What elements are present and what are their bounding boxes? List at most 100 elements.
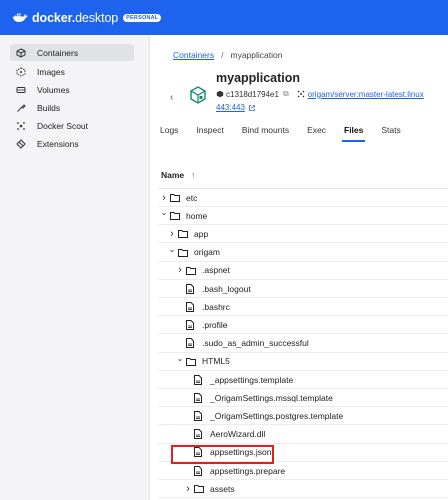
port-row: 443:443 (216, 103, 256, 112)
file-row[interactable]: AeroWizard.dll (158, 426, 448, 444)
folder-icon (186, 265, 196, 276)
images-icon (16, 66, 26, 77)
file-name: assets (210, 483, 235, 494)
folder-row[interactable]: ⌄ origam (158, 244, 448, 262)
sidebar-item-extensions[interactable]: Extensions (10, 135, 134, 152)
file-icon (186, 301, 196, 312)
name-column-header: Name (161, 169, 185, 180)
file-name: .aspnet (202, 265, 230, 276)
breadcrumb-current: myapplication (230, 50, 283, 60)
chevron-down-icon[interactable]: ⌄ (168, 245, 176, 254)
file-name: .sudo_as_admin_successful (202, 338, 309, 349)
file-name: .bash_logout (202, 283, 251, 294)
folder-row[interactable]: › app (158, 225, 448, 244)
container-icon (16, 47, 26, 58)
folder-icon (186, 356, 196, 367)
port-link[interactable]: 443:443 (216, 103, 245, 112)
container-name: myapplication (216, 71, 301, 85)
file-row[interactable]: _OrigamSettings.mssql.template (158, 389, 448, 408)
tab-files[interactable]: Files (341, 125, 366, 142)
breadcrumb-separator: / (221, 50, 224, 60)
container-app-icon (190, 86, 206, 104)
sidebar-item-volumes[interactable]: Volumes (10, 81, 134, 98)
file-name: .profile (202, 319, 228, 330)
file-name: app (194, 228, 209, 239)
folder-row[interactable]: › etc (158, 189, 448, 207)
file-icon (186, 319, 196, 330)
folder-row[interactable]: › .aspnet (158, 262, 448, 280)
folder-icon (178, 247, 188, 258)
sidebar-item-builds[interactable]: Builds (10, 99, 134, 116)
image-link[interactable]: origam/server:master-latest.linux (308, 90, 424, 99)
volumes-icon (16, 85, 26, 95)
highlight-box (171, 445, 274, 464)
file-name: AeroWizard.dll (210, 429, 266, 440)
folder-row[interactable]: › assets (158, 480, 448, 499)
tab-exec[interactable]: Exec (307, 125, 326, 141)
sidebar-item-label: Extensions (37, 138, 79, 149)
sidebar-item-label: Containers (37, 47, 79, 58)
file-name: HTML5 (202, 356, 230, 367)
breadcrumb: Containers / myapplication (173, 50, 282, 60)
folder-icon (170, 192, 180, 203)
folder-row[interactable]: ⌄ HTML5 (158, 353, 448, 371)
folder-icon (170, 210, 180, 221)
file-name: origam (194, 247, 220, 258)
extensions-icon (16, 138, 26, 149)
file-row[interactable]: .profile (158, 316, 448, 335)
folder-icon (194, 483, 204, 494)
tab-logs[interactable]: Logs (160, 125, 178, 141)
chevron-right-icon[interactable]: › (184, 483, 192, 495)
chevron-right-icon[interactable]: › (160, 192, 168, 204)
file-name: home (186, 210, 208, 221)
folder-icon (178, 228, 188, 239)
scout-icon (16, 121, 26, 131)
tab-bar: Logs Inspect Bind mounts Exec Files Stat… (160, 125, 419, 142)
main-panel: Containers / myapplication ‹ myapplication… (150, 35, 448, 500)
file-row[interactable]: .sudo_as_admin_successful (158, 335, 448, 353)
file-icon (186, 338, 196, 349)
chevron-down-icon[interactable]: ⌄ (176, 354, 184, 363)
tab-inspect[interactable]: Inspect (196, 125, 223, 141)
sidebar: Containers Images Volumes Builds Docker … (0, 35, 150, 500)
container-id: c1318d1794e1 (226, 89, 279, 99)
container-meta: c1318d1794e1 ⧉ origam/server:master-late… (216, 89, 424, 99)
file-row[interactable]: appsettings.prepare (158, 462, 448, 480)
copy-icon[interactable]: ⧉ (283, 89, 289, 99)
tab-stats[interactable]: Stats (381, 125, 400, 141)
sidebar-item-label: Images (37, 66, 65, 77)
file-icon (194, 410, 204, 421)
file-row[interactable]: .bashrc (158, 298, 448, 317)
file-icon (194, 392, 204, 403)
file-name: .bashrc (202, 301, 230, 312)
brand-name: docker.desktop (32, 10, 119, 25)
file-row[interactable]: .bash_logout (158, 280, 448, 298)
image-icon (297, 90, 304, 98)
file-name: etc (186, 192, 198, 203)
sidebar-item-containers[interactable]: Containers (10, 44, 134, 61)
file-name: _OrigamSettings.mssql.template (210, 392, 333, 403)
builds-icon (16, 103, 26, 113)
file-icon (186, 283, 196, 294)
file-name: appsettings.prepare (210, 465, 286, 476)
container-id-icon (216, 90, 224, 98)
tab-bind-mounts[interactable]: Bind mounts (242, 125, 289, 141)
chevron-right-icon[interactable]: › (168, 228, 176, 240)
back-chevron-icon[interactable]: ‹ (170, 92, 173, 103)
sidebar-item-images[interactable]: Images (10, 63, 134, 80)
file-tree-header[interactable]: Name ↑ (158, 161, 448, 189)
sidebar-item-docker-scout[interactable]: Docker Scout (10, 117, 134, 134)
sort-up-arrow-icon[interactable]: ↑ (191, 170, 195, 180)
plan-badge: PERSONAL (123, 13, 162, 22)
file-row[interactable]: _appsettings.template (158, 371, 448, 389)
breadcrumb-containers-link[interactable]: Containers (173, 50, 214, 60)
file-row[interactable]: _OrigamSettings.postgres.template (158, 407, 448, 426)
chevron-down-icon[interactable]: ⌄ (160, 208, 168, 217)
chevron-right-icon[interactable]: › (176, 264, 184, 276)
file-icon (194, 465, 204, 476)
file-name: _OrigamSettings.postgres.template (210, 410, 344, 421)
folder-row[interactable]: ⌄ home (158, 207, 448, 226)
app-header: docker.desktop PERSONAL (0, 0, 448, 35)
sidebar-item-label: Builds (37, 102, 61, 113)
external-link-icon[interactable] (248, 104, 256, 112)
